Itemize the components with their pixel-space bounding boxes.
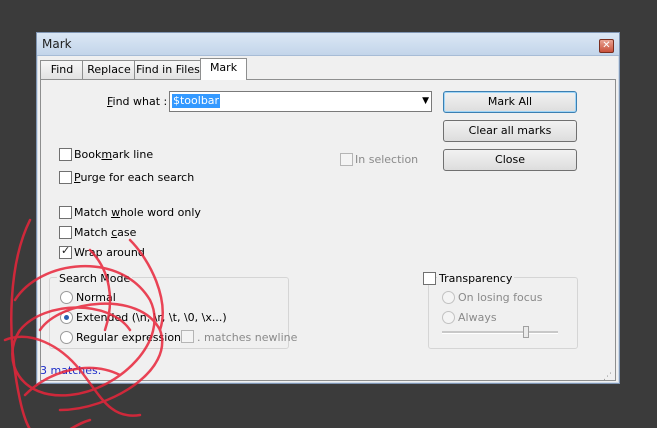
close-button[interactable]: Close <box>443 149 577 171</box>
normal-label[interactable]: Normal <box>76 291 116 304</box>
transparency-slider-thumb[interactable] <box>523 326 529 338</box>
always-label: Always <box>458 311 497 324</box>
chevron-down-icon[interactable]: ▼ <box>422 94 429 108</box>
on-losing-focus-label: On losing focus <box>458 291 543 304</box>
extended-label[interactable]: Extended (\n, \r, \t, \0, \x...) <box>76 311 227 324</box>
find-what-value[interactable]: $toolbar <box>172 94 221 108</box>
regex-label[interactable]: Regular expression <box>76 331 181 344</box>
find-what-combobox[interactable]: $toolbar ▼ <box>169 91 432 112</box>
tab-replace[interactable]: Replace <box>82 60 136 79</box>
on-losing-focus-radio[interactable] <box>442 291 455 304</box>
find-what-label: Find what : <box>107 95 168 108</box>
close-window-button[interactable]: ✕ <box>599 39 614 53</box>
purge-label[interactable]: Purge for each search <box>74 171 194 184</box>
bookmark-line-label[interactable]: Bookmark line <box>74 148 153 161</box>
match-whole-word-label[interactable]: Match whole word only <box>74 206 201 219</box>
bookmark-line-checkbox[interactable] <box>59 148 72 161</box>
window-title: Mark <box>42 37 72 51</box>
tab-mark[interactable]: Mark <box>200 58 247 80</box>
always-radio[interactable] <box>442 311 455 324</box>
mark-all-button[interactable]: Mark All <box>443 91 577 113</box>
search-mode-title: Search Mode <box>57 272 133 285</box>
tab-find-in-files[interactable]: Find in Files <box>134 60 202 79</box>
match-whole-word-checkbox[interactable] <box>59 206 72 219</box>
wrap-around-label[interactable]: Wrap around <box>74 246 145 259</box>
transparency-label[interactable]: Transparency <box>437 272 515 285</box>
transparency-checkbox[interactable] <box>423 272 436 285</box>
regex-radio[interactable] <box>60 331 73 344</box>
status-text: 3 matches. <box>40 364 102 377</box>
resize-grip-icon[interactable]: ⋰ <box>603 372 612 382</box>
tab-find[interactable]: Find <box>40 60 84 79</box>
in-selection-checkbox[interactable] <box>340 153 353 166</box>
transparency-slider-track[interactable] <box>442 331 558 334</box>
extended-radio[interactable] <box>60 311 73 324</box>
title-bar[interactable]: Mark ✕ <box>37 33 619 56</box>
clear-all-marks-button[interactable]: Clear all marks <box>443 120 577 142</box>
checkmark-icon: ✓ <box>61 244 71 257</box>
wrap-around-checkbox[interactable]: ✓ <box>59 244 72 259</box>
close-icon: ✕ <box>602 40 611 51</box>
match-case-label[interactable]: Match case <box>74 226 136 239</box>
normal-radio[interactable] <box>60 291 73 304</box>
matches-newline-label: . matches newline <box>197 331 298 344</box>
match-case-checkbox[interactable] <box>59 226 72 239</box>
matches-newline-checkbox[interactable] <box>181 330 194 343</box>
in-selection-label: In selection <box>355 153 419 166</box>
purge-checkbox[interactable] <box>59 171 72 184</box>
